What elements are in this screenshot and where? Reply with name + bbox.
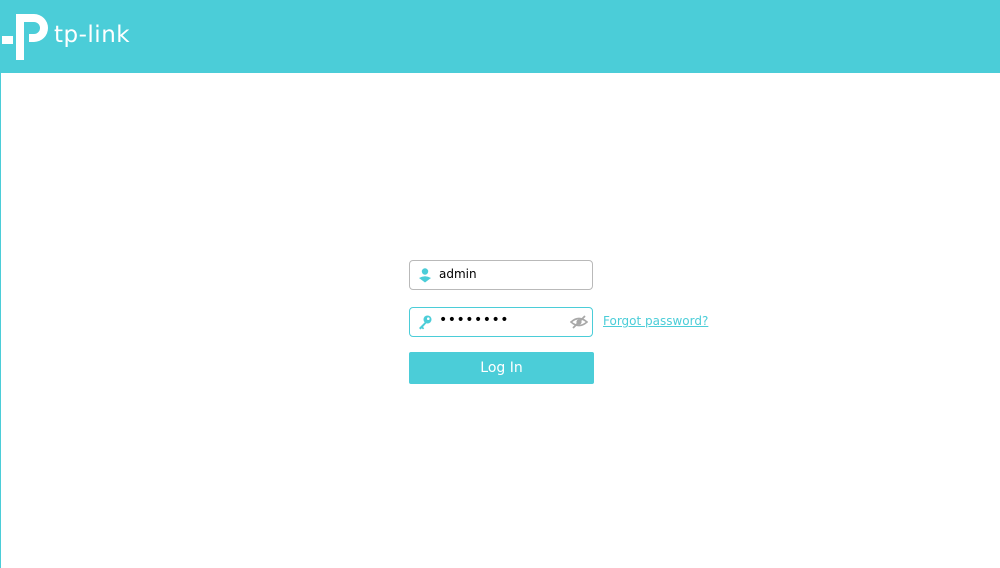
header-bar: tp-link [0,0,1000,73]
password-row: •••••••• Forgot password? [409,307,729,337]
key-icon [419,315,432,330]
eye-slash-icon[interactable] [570,314,588,330]
login-button[interactable]: Log In [409,352,594,384]
login-form: admin •••••••• Forgot password? Log In [409,260,729,384]
password-value: •••••••• [439,312,510,328]
username-field[interactable]: admin [409,260,593,290]
user-icon [419,268,431,283]
username-value: admin [439,267,477,281]
password-field[interactable]: •••••••• [409,307,593,337]
left-border [0,73,1,568]
forgot-password-link[interactable]: Forgot password? [603,314,708,328]
logo-wordmark: tp-link [54,22,131,48]
login-page: tp-link admin •••••••• Forgot password? … [0,0,1000,568]
logo-mark-icon [2,14,48,60]
tp-link-logo [0,8,52,64]
